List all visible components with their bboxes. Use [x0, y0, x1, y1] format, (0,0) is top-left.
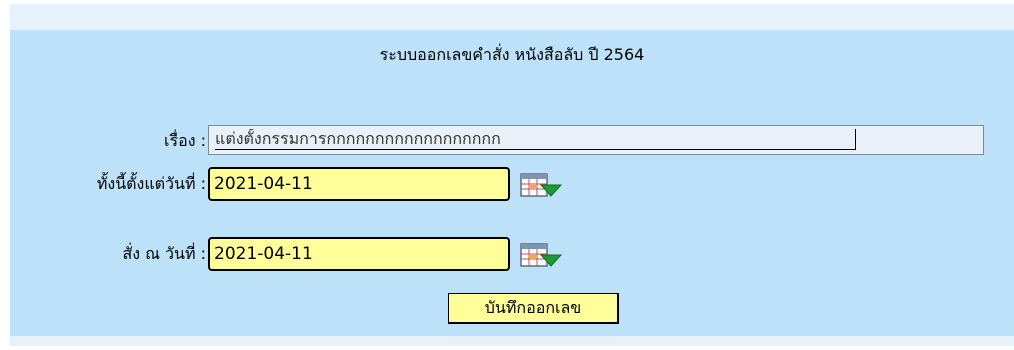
- effective-date-input[interactable]: [208, 167, 510, 201]
- subject-label: เรื่อง :: [164, 131, 206, 150]
- form-container: ระบบออกเลขคำสั่ง หนังสือลับ ปี 2564 เรื่…: [10, 4, 1014, 346]
- calendar-dropdown-icon[interactable]: [519, 240, 563, 272]
- calendar-dropdown-icon[interactable]: [519, 170, 563, 202]
- subject-field[interactable]: แต่งตั้งกรรมการกกกกกกกกกกกกกกกกกก: [208, 125, 984, 155]
- order-date-label: สั่ง ณ วันที่ :: [122, 244, 206, 263]
- submit-button[interactable]: บันทึกออกเลข: [448, 293, 619, 324]
- page-title: ระบบออกเลขคำสั่ง หนังสือลับ ปี 2564: [379, 45, 645, 64]
- subject-value[interactable]: แต่งตั้งกรรมการกกกกกกกกกกกกกกกกกก: [215, 129, 856, 150]
- order-date-input[interactable]: [208, 237, 510, 271]
- effective-date-label: ทั้งนี้ตั้งแต่วันที่ :: [96, 174, 206, 193]
- form-panel: ระบบออกเลขคำสั่ง หนังสือลับ ปี 2564 เรื่…: [10, 30, 1014, 336]
